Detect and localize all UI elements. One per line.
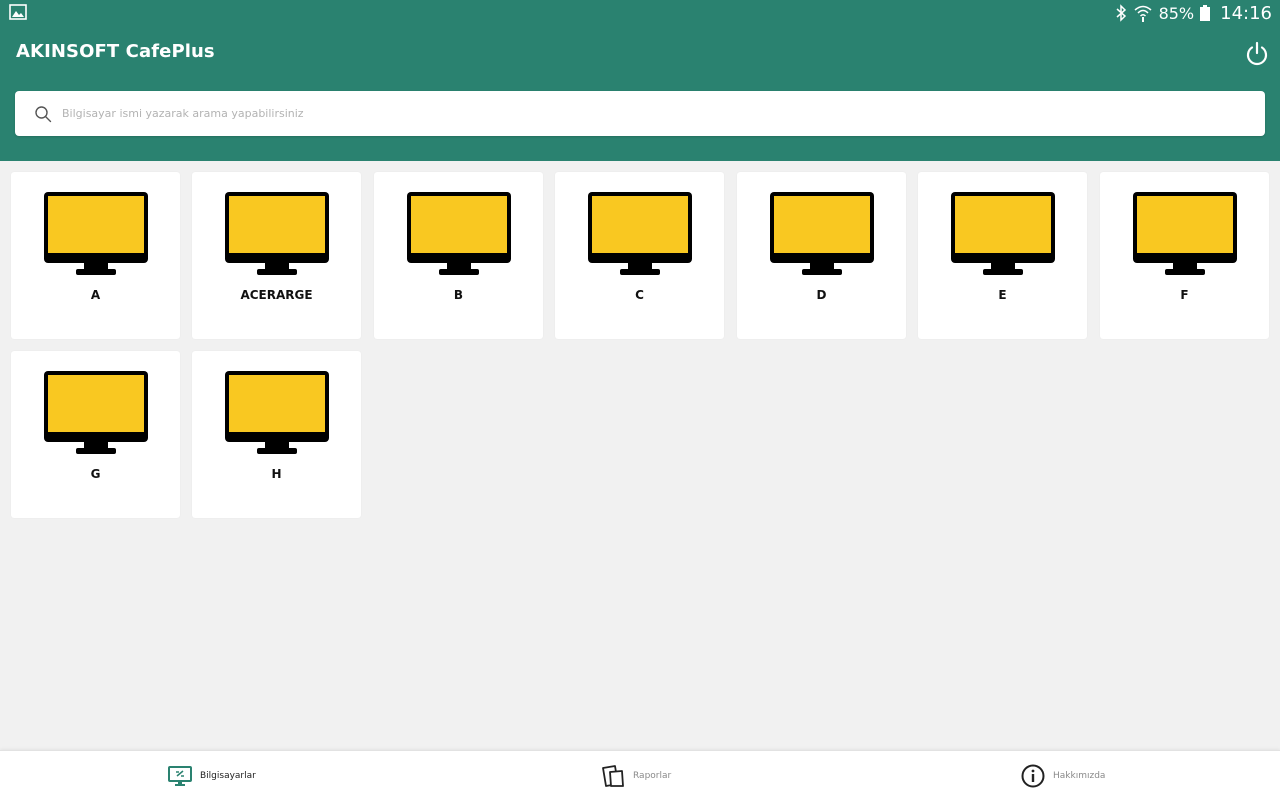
computer-card-c[interactable]: C	[555, 172, 724, 339]
power-icon[interactable]	[1244, 41, 1270, 67]
computer-icon	[44, 371, 148, 454]
computer-icon	[225, 371, 329, 454]
reports-icon	[602, 765, 624, 787]
battery-percent: 85%	[1158, 3, 1195, 23]
bluetooth-icon	[1116, 4, 1126, 22]
computer-icon	[225, 192, 329, 275]
battery-icon	[1200, 5, 1211, 21]
computer-name: G	[90, 467, 101, 481]
nav-label-computers: Bilgisayarlar	[200, 771, 256, 781]
status-bar: 85% 14:16	[0, 0, 1280, 26]
search-bar	[15, 91, 1265, 136]
computer-name: B	[453, 288, 464, 302]
computer-name: D	[816, 288, 827, 302]
computer-icon	[407, 192, 511, 275]
computer-icon	[588, 192, 692, 275]
nav-label-reports: Raporlar	[633, 771, 672, 781]
computers-icon	[168, 766, 192, 786]
computer-card-h[interactable]: H	[192, 351, 361, 518]
computer-icon	[951, 192, 1055, 275]
app-header: 85% 14:16 AKINSOFT CafePlus	[0, 0, 1280, 161]
computer-card-e[interactable]: E	[918, 172, 1087, 339]
computer-name: A	[90, 288, 101, 302]
computer-name: E	[998, 288, 1007, 302]
computer-name: ACERARGE	[240, 288, 313, 302]
computer-card-g[interactable]: G	[11, 351, 180, 518]
gallery-icon	[9, 4, 27, 20]
bottom-navigation: Bilgisayarlar Raporlar Hakkımızda	[0, 750, 1280, 800]
computer-icon	[44, 192, 148, 275]
search-icon	[35, 106, 52, 123]
nav-label-about: Hakkımızda	[1053, 771, 1106, 781]
computer-card-acerarge[interactable]: ACERARGE	[192, 172, 361, 339]
info-icon	[1021, 764, 1045, 788]
computer-icon	[1133, 192, 1237, 275]
computer-name: H	[271, 467, 282, 481]
computer-icon	[770, 192, 874, 275]
computer-name: F	[1180, 288, 1189, 302]
nav-about[interactable]: Hakkımızda	[1021, 751, 1105, 800]
nav-reports[interactable]: Raporlar	[601, 751, 671, 800]
nav-computers[interactable]: Bilgisayarlar	[168, 751, 256, 800]
wifi-icon	[1134, 5, 1152, 22]
computer-card-b[interactable]: B	[374, 172, 543, 339]
computer-card-f[interactable]: F	[1100, 172, 1269, 339]
computer-card-a[interactable]: A	[11, 172, 180, 339]
search-input[interactable]	[62, 91, 1252, 136]
page-title: AKINSOFT CafePlus	[16, 41, 215, 62]
computer-name: C	[635, 288, 644, 302]
computer-card-d[interactable]: D	[737, 172, 906, 339]
clock: 14:16	[1220, 2, 1272, 24]
